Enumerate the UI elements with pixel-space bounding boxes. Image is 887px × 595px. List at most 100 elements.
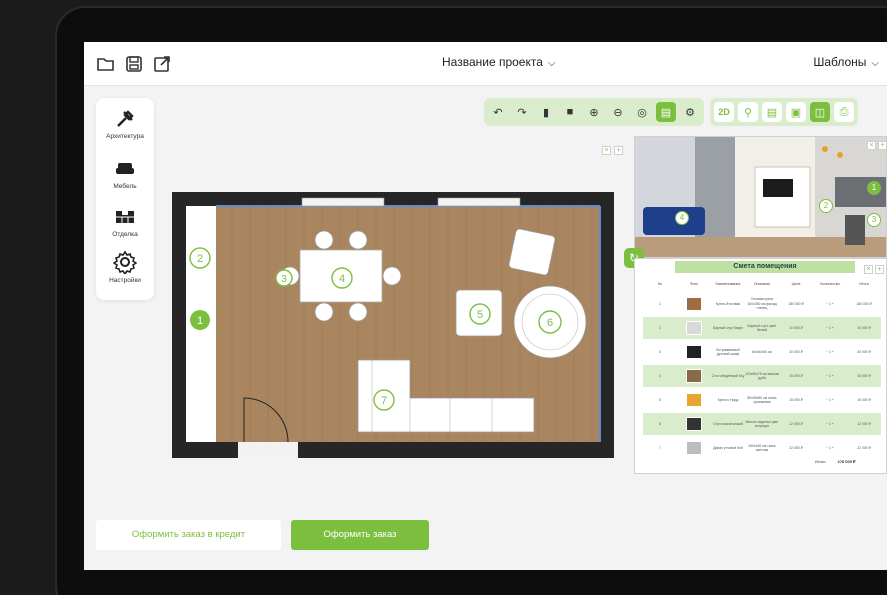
- row-description: 260х160 см ткань светлая: [748, 443, 776, 452]
- photo-marker-3[interactable]: 3: [867, 213, 881, 227]
- print-icon[interactable]: ⎙: [834, 102, 854, 122]
- row-description: Мягкое сиденье цвет антрацит: [745, 419, 779, 428]
- quantity-stepper[interactable]: − 1 +: [813, 446, 847, 450]
- window: [301, 197, 385, 207]
- order-button[interactable]: Оформить заказ: [291, 520, 429, 550]
- estimate-title: Смета помещения: [675, 261, 855, 273]
- column-header: Итого: [859, 282, 869, 286]
- sidebar-item-finishing[interactable]: Отделка: [96, 206, 154, 238]
- armchair[interactable]: [508, 228, 556, 276]
- undo-icon[interactable]: ↶: [488, 102, 508, 122]
- svg-text:2: 2: [197, 253, 203, 265]
- photo-marker-2[interactable]: 2: [819, 199, 833, 213]
- project-title-text: Название проекта: [442, 55, 543, 69]
- chevron-down-icon: ⌵: [547, 58, 556, 69]
- quantity-stepper[interactable]: − 1 +: [813, 422, 847, 426]
- row-price: 30 000 ₽: [789, 349, 803, 354]
- row-price: 15 000 ₽: [789, 373, 803, 378]
- row-description: 120х80х75 см массив дуба: [745, 371, 779, 380]
- row-description: 60х60х60 см: [752, 349, 772, 354]
- row-price: 180 000 ₽: [788, 301, 804, 306]
- project-title[interactable]: Название проекта ⌵: [442, 55, 556, 69]
- credit-order-button[interactable]: Оформить заказ в кредит: [96, 520, 281, 550]
- estimate-panel: Смета помещения × + № Фото Наименование …: [634, 258, 887, 474]
- marker-7[interactable]: 7: [373, 389, 395, 411]
- table-row[interactable]: 4 Стол обеденный Sky 120х80х75 см массив…: [643, 365, 881, 387]
- expand-icon[interactable]: +: [614, 146, 623, 155]
- total-label: Итого: [815, 459, 826, 464]
- sidebar-item-settings[interactable]: Настройки: [96, 250, 154, 284]
- ruler-icon[interactable]: ▤: [656, 102, 676, 122]
- view-tools-group: 2D ⚲ ▤ ▣ ◫ ⎙: [710, 98, 858, 126]
- view-2d-button[interactable]: 2D: [714, 102, 734, 122]
- marker-3[interactable]: 3: [275, 269, 293, 287]
- expand-icon[interactable]: +: [875, 265, 884, 274]
- expand-icon[interactable]: +: [878, 141, 886, 150]
- column-header: Наименование: [715, 282, 741, 286]
- marker-4[interactable]: 4: [331, 267, 353, 289]
- row-number: 6: [659, 421, 661, 426]
- row-name: Стул классический: [713, 421, 743, 426]
- product-thumbnail: [686, 441, 702, 455]
- row-number: 7: [659, 445, 661, 450]
- close-icon[interactable]: ×: [867, 141, 876, 150]
- center-icon[interactable]: ◎: [632, 102, 652, 122]
- quantity-stepper[interactable]: − 1 +: [813, 374, 847, 378]
- copy-icon[interactable]: ▮: [536, 102, 556, 122]
- left-sidebar: Архитектура Мебель Отделка Настройки: [96, 98, 154, 300]
- table-row[interactable]: 6 Стул классический Мягкое сиденье цвет …: [643, 413, 881, 435]
- close-icon[interactable]: ×: [602, 146, 611, 155]
- photo-marker-1[interactable]: 1: [867, 181, 881, 195]
- sidebar-item-architecture[interactable]: Архитектура: [96, 108, 154, 140]
- save-icon[interactable]: [124, 54, 144, 74]
- column-header: №: [658, 282, 662, 286]
- photo-marker-4[interactable]: 4: [675, 211, 689, 225]
- row-total: 180 000 ₽: [856, 301, 872, 306]
- row-price: 10 000 ₽: [789, 325, 803, 330]
- row-total: 30 000 ₽: [857, 349, 871, 354]
- settings-icon[interactable]: ⚙: [680, 102, 700, 122]
- templates-dropdown[interactable]: Шаблоны ⌵: [813, 55, 879, 69]
- camera-icon[interactable]: ⚲: [738, 102, 758, 122]
- clipboard-icon[interactable]: ▤: [762, 102, 782, 122]
- marker-6[interactable]: 6: [538, 310, 562, 334]
- table-row[interactable]: 5 Кресло Норд 80х80х80 см ткань оранжева…: [643, 389, 881, 411]
- row-total: 22 000 ₽: [857, 445, 871, 450]
- estimate-total: Итого 278 000 ₽: [815, 459, 856, 464]
- table-row[interactable]: 7 Диван угловой Кэб 260х160 см ткань све…: [643, 437, 881, 459]
- product-thumbnail: [686, 345, 702, 359]
- row-name: Диван угловой Кэб: [713, 445, 743, 450]
- sidebar-item-furniture[interactable]: Мебель: [96, 158, 154, 190]
- marker-5[interactable]: 5: [469, 303, 491, 325]
- close-icon[interactable]: ×: [864, 265, 873, 274]
- product-thumbnail: [686, 369, 702, 383]
- split-view-icon[interactable]: ◫: [810, 102, 830, 122]
- floor-plan[interactable]: 1 2 3 4 5 6 7: [172, 192, 614, 458]
- row-description: 80х80х80 см ткань оранжевая: [747, 395, 777, 404]
- app-screen: Название проекта ⌵ Шаблоны ⌵ Архитектура М…: [84, 42, 887, 570]
- zoom-in-icon[interactable]: ⊕: [584, 102, 604, 122]
- table-row[interactable]: 1 Кухня Итоговая Угловая кухня 160х260 с…: [643, 293, 881, 315]
- svg-text:7: 7: [381, 395, 387, 407]
- row-number: 1: [659, 301, 661, 306]
- image-icon[interactable]: ▣: [786, 102, 806, 122]
- export-icon[interactable]: [152, 54, 172, 74]
- folder-open-icon[interactable]: [96, 54, 116, 74]
- table-row[interactable]: 2 Барный стул Кварт Барный стул, цвет бе…: [643, 317, 881, 339]
- redo-icon[interactable]: ↷: [512, 102, 532, 122]
- sidebar-item-label: Настройки: [109, 277, 141, 284]
- marker-2[interactable]: 2: [189, 247, 211, 269]
- tools-icon: [117, 110, 134, 127]
- quantity-stepper[interactable]: − 1 +: [813, 398, 847, 402]
- zoom-out-icon[interactable]: ⊖: [608, 102, 628, 122]
- table-row[interactable]: 3 Встраиваемый духовой шкаф 60х60х60 см …: [643, 341, 881, 363]
- render-preview[interactable]: × + 4 2 1 3: [634, 136, 887, 258]
- quantity-stepper[interactable]: − 1 +: [813, 302, 847, 306]
- column-header: Фото: [689, 282, 699, 286]
- marker-1[interactable]: 1: [190, 310, 210, 330]
- svg-text:1: 1: [197, 315, 203, 327]
- product-thumbnail: [686, 393, 702, 407]
- delete-icon[interactable]: ■: [560, 102, 580, 122]
- quantity-stepper[interactable]: − 1 +: [813, 326, 847, 330]
- quantity-stepper[interactable]: − 1 +: [813, 350, 847, 354]
